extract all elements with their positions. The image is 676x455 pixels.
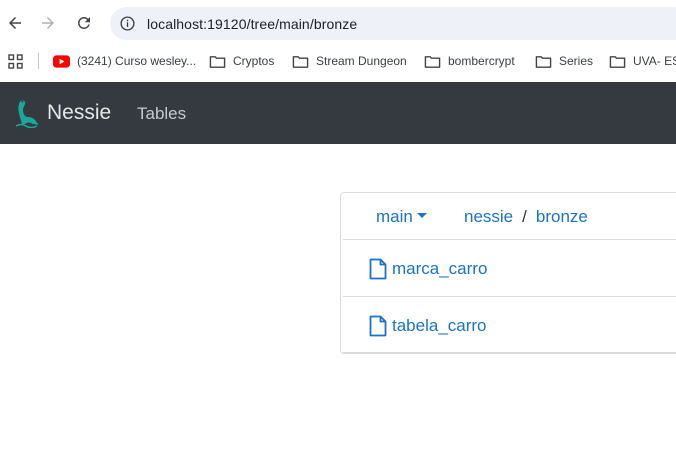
file-icon xyxy=(369,258,387,280)
breadcrumb-separator: / xyxy=(522,207,527,226)
tree-card: main nessie / bronze marca_carro tabela_ca… xyxy=(340,192,676,354)
caret-down-icon xyxy=(416,213,427,218)
bookmark-label: Series xyxy=(559,54,594,68)
breadcrumb: nessie / bronze xyxy=(464,207,588,227)
bookmark-label: UVA- ES xyxy=(633,54,676,68)
site-info-icon[interactable] xyxy=(119,15,136,32)
folder-icon xyxy=(609,55,626,68)
table-link-tabela-carro[interactable]: tabela_carro xyxy=(392,316,487,336)
list-item[interactable]: tabela_carro xyxy=(343,296,676,353)
url-text[interactable]: localhost:19120/tree/main/bronze xyxy=(147,16,357,32)
bookmark-series[interactable]: Series xyxy=(535,52,593,70)
folder-icon xyxy=(292,55,309,68)
bookmark-stream-dungeon[interactable]: Stream Dungeon xyxy=(292,52,407,70)
nessie-logo-icon[interactable] xyxy=(13,96,41,128)
bookmark-label: Stream Dungeon xyxy=(316,54,407,68)
folder-icon xyxy=(209,55,226,68)
back-button[interactable] xyxy=(2,10,28,36)
app-navbar: Nessie Tables xyxy=(0,82,676,144)
forward-button[interactable] xyxy=(35,10,61,36)
tree-entry-list: marca_carro tabela_carro xyxy=(343,239,676,353)
brand-title[interactable]: Nessie xyxy=(47,101,111,125)
folder-icon xyxy=(535,55,552,68)
reload-button[interactable] xyxy=(71,10,97,36)
address-bar[interactable]: localhost:19120/tree/main/bronze xyxy=(110,7,676,40)
table-link-marca-carro[interactable]: marca_carro xyxy=(392,259,487,279)
forward-arrow-icon xyxy=(42,17,54,29)
breadcrumb-item-bronze[interactable]: bronze xyxy=(536,207,588,226)
folder-icon xyxy=(424,55,441,68)
bookmark-uva-es[interactable]: UVA- ES xyxy=(609,52,676,70)
list-item[interactable]: marca_carro xyxy=(343,239,676,296)
reload-icon xyxy=(77,16,90,29)
youtube-icon xyxy=(53,54,70,68)
bookmark-label: (3241) Curso wesley... xyxy=(77,54,197,68)
bookmarks-divider xyxy=(38,53,39,69)
bookmark-label: Cryptos xyxy=(233,54,275,68)
bookmarks-bar: (3241) Curso wesley... Cryptos Stream Du… xyxy=(0,46,676,76)
branch-dropdown[interactable]: main xyxy=(376,207,427,227)
breadcrumb-item-nessie[interactable]: nessie xyxy=(464,207,513,226)
bookmark-bombercrypt[interactable]: bombercrypt xyxy=(424,52,515,70)
bookmark-youtube[interactable]: (3241) Curso wesley... xyxy=(53,52,196,70)
browser-toolbar: localhost:19120/tree/main/bronze xyxy=(0,0,676,46)
nav-link-tables[interactable]: Tables xyxy=(137,104,186,124)
bookmark-label: bombercrypt xyxy=(448,54,515,68)
branch-label: main xyxy=(376,207,413,226)
apps-grid-icon[interactable] xyxy=(8,54,23,69)
back-arrow-icon xyxy=(9,17,21,29)
tree-header: main nessie / bronze xyxy=(341,193,676,239)
file-icon xyxy=(369,315,387,337)
bookmark-cryptos[interactable]: Cryptos xyxy=(209,52,274,70)
